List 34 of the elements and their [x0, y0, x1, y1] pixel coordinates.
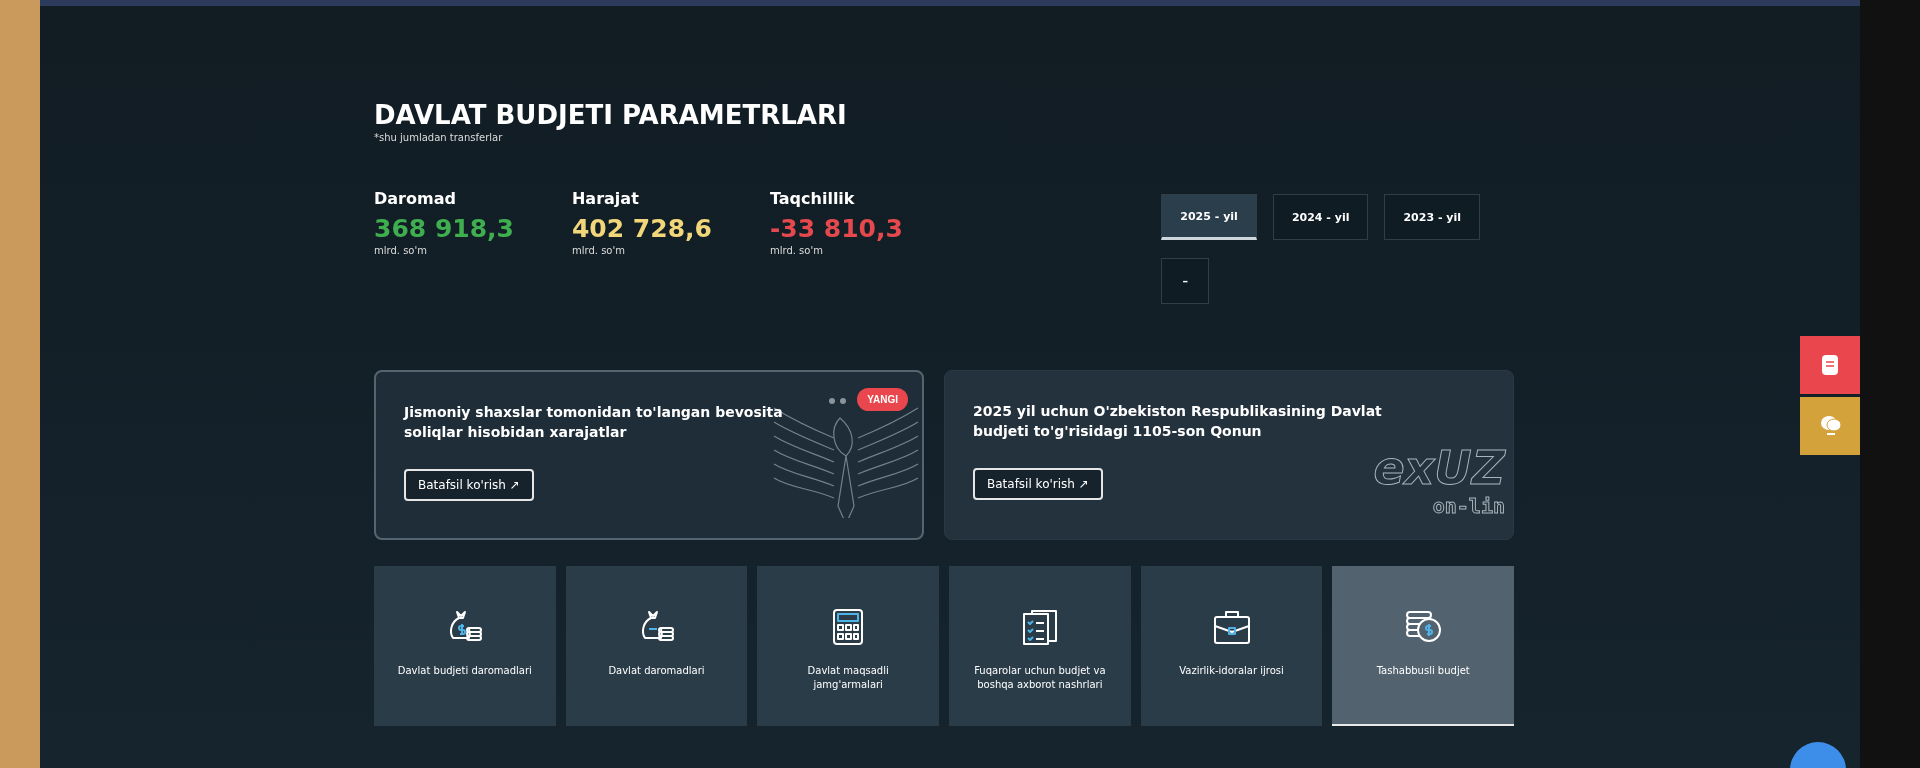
- document-icon: [1819, 353, 1841, 377]
- category-tile[interactable]: Davlat budjeti daromadlari: [374, 566, 556, 726]
- side-button[interactable]: [1800, 397, 1860, 455]
- stat-label: Daromad: [374, 189, 456, 208]
- stat-label: Harajat: [571, 189, 639, 208]
- year-tab[interactable]: 2023 - yil: [1384, 194, 1480, 240]
- card-title: 2025 yil uchun O'zbekiston Respublikasining Davlat budjeti to'g'risidagi 1105-son Qonun: [973, 402, 1383, 442]
- unit-text: mlrd. so'm: [769, 245, 823, 256]
- category-tile[interactable]: Tashabbusli budjet: [1332, 566, 1515, 726]
- unit-text: mlrd. so'm: [374, 245, 427, 256]
- stat-value: -33 810,3: [769, 214, 903, 243]
- logo-text: exUZ: [1373, 441, 1505, 495]
- stat-value: 368 918,3: [374, 214, 514, 243]
- unit-text: mlrd. so'm: [571, 245, 625, 256]
- details-link[interactable]: Batafsil ko'rish ↗: [404, 468, 534, 501]
- stat-value: 402 728,6: [571, 214, 712, 243]
- card-title: Jismoniy shaxslar tomonidan to'langan bevosita soliqlar hisobidan xarajatlar: [404, 403, 784, 443]
- side-button[interactable]: [1800, 336, 1860, 394]
- chat-bubbles-icon: [1819, 414, 1841, 438]
- pagination-dots: [828, 397, 848, 405]
- details-link[interactable]: Batafsil ko'rish ↗: [973, 467, 1103, 500]
- category-tile[interactable]: Davlat daromadlari: [565, 566, 748, 726]
- new-badge: YANGI: [857, 388, 908, 411]
- stat-label: Taqchillik: [769, 189, 855, 208]
- briefcase-icon: [1211, 608, 1252, 646]
- year-tab[interactable]: 2025 - yil: [1161, 194, 1257, 240]
- year-tab[interactable]: –: [1161, 258, 1210, 304]
- category-tile[interactable]: Vazirlik-idoralar ijrosi: [1140, 566, 1323, 726]
- page-title: DAVLAT BUDJETI PARAMETRLARI: [374, 100, 848, 130]
- category-tile[interactable]: Fuqarolar uchun budjet va boshqa axborot nashrlari: [949, 566, 1131, 726]
- logo-subtext: on-lin: [1431, 493, 1505, 518]
- category-tile[interactable]: Davlat maqsadli jamg'armalari: [757, 566, 939, 726]
- footnote-text: *shu jumladan transferlar: [374, 132, 504, 143]
- year-tab[interactable]: 2024 - yil: [1272, 194, 1369, 240]
